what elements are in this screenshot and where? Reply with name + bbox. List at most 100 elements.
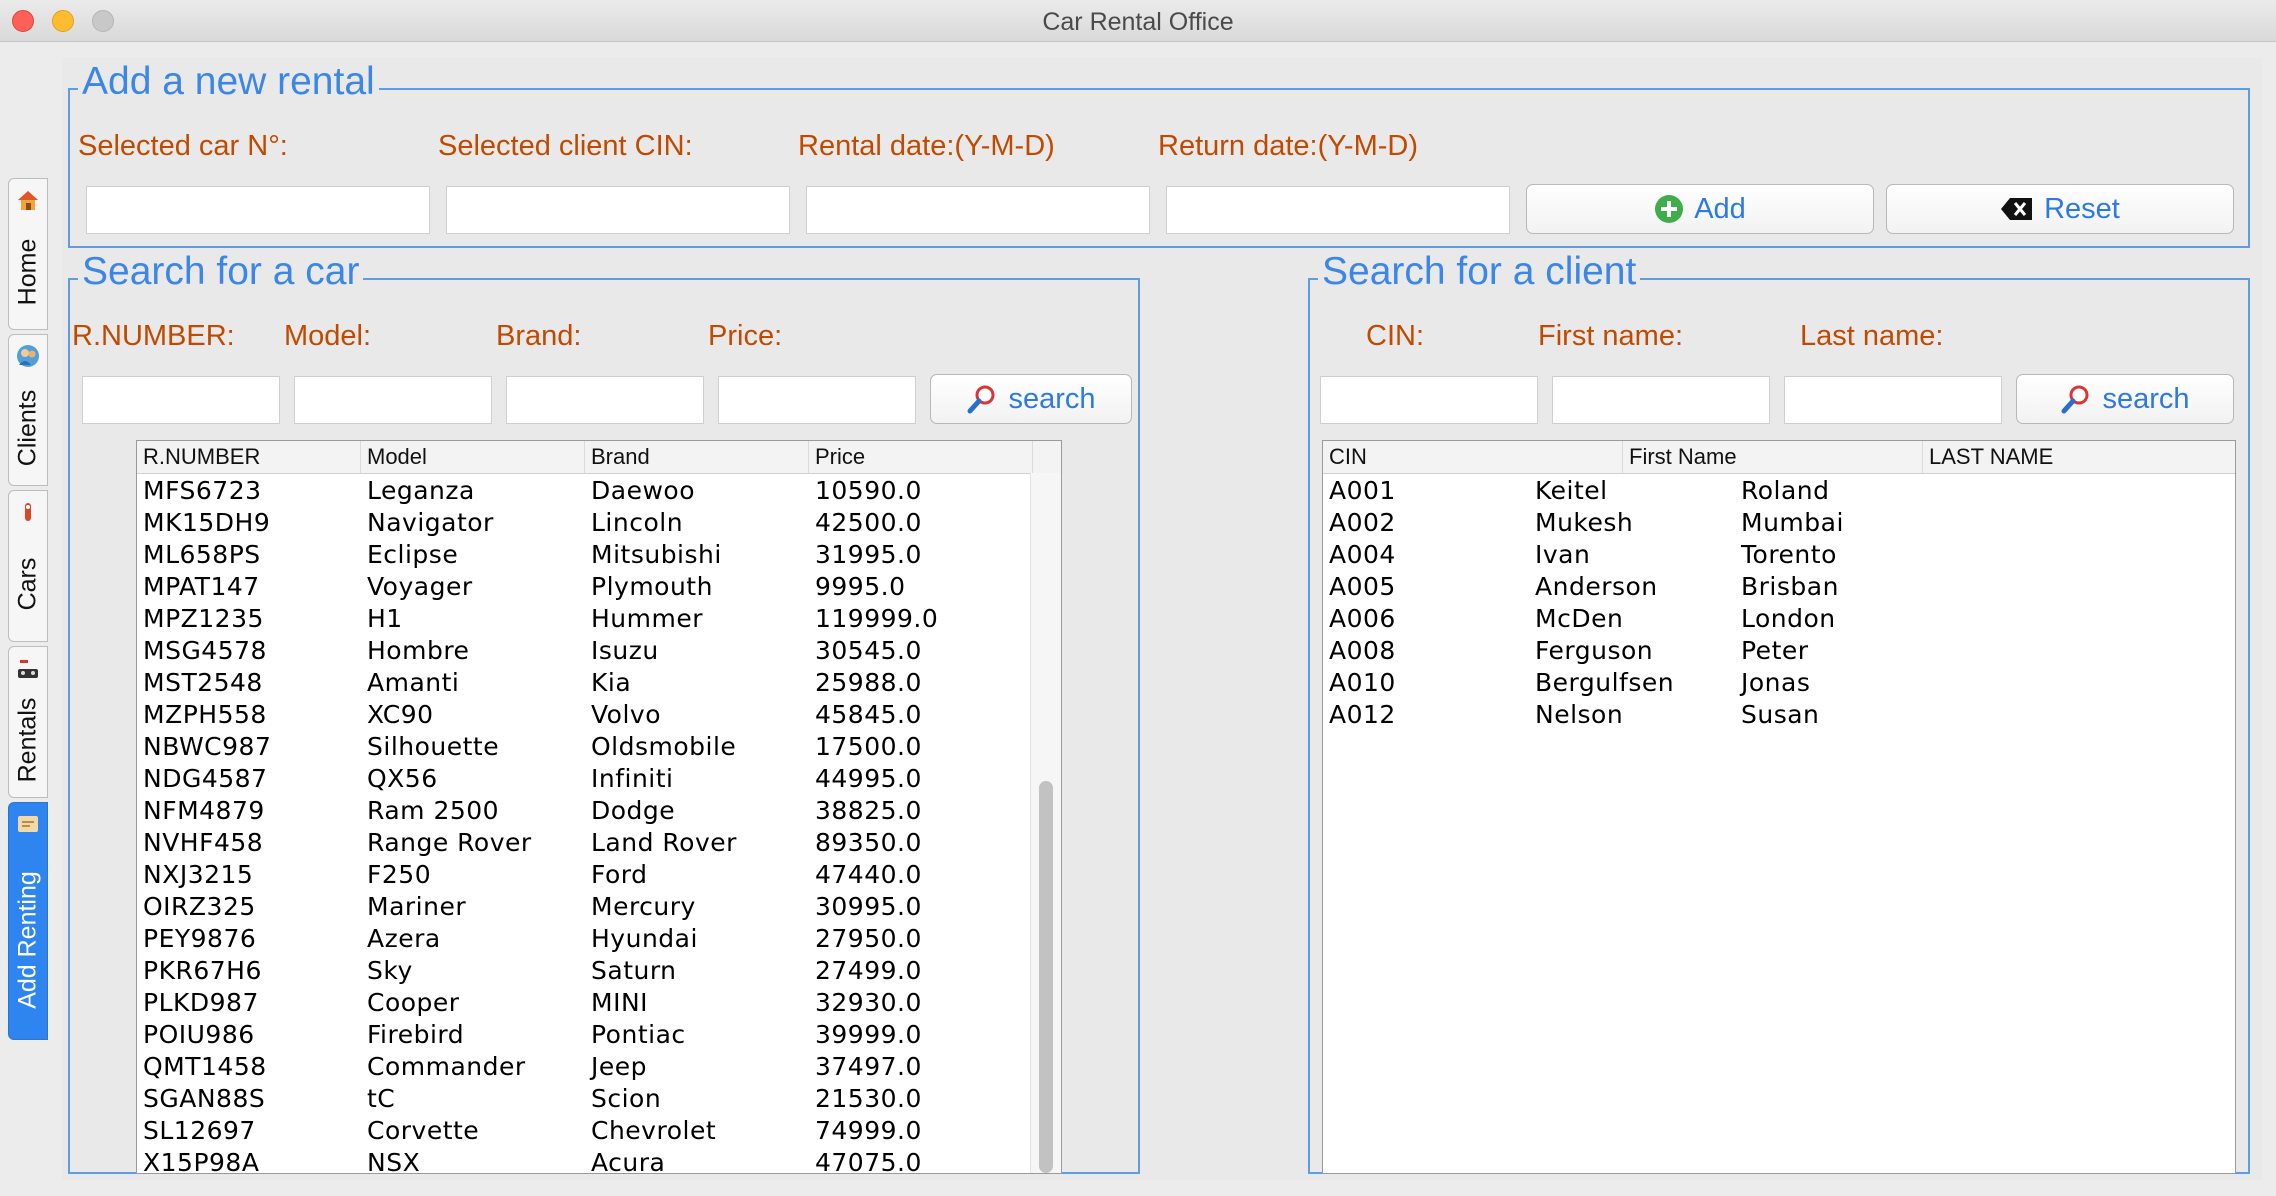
car-model-cell: Eclipse <box>367 540 459 569</box>
price-search-field[interactable] <box>718 376 916 424</box>
car-row[interactable]: QMT1458 Commander Jeep 37497.0 <box>137 1051 1031 1083</box>
car-price-cell: 47075.0 <box>815 1148 922 1173</box>
car-row[interactable]: MZPH558 XC90 Volvo 45845.0 <box>137 699 1031 731</box>
car-row[interactable]: PLKD987 Cooper MINI 32930.0 <box>137 987 1031 1019</box>
car-rnumber-cell: NDG4587 <box>143 764 268 793</box>
selected-car-label: Selected car N°: <box>78 130 288 162</box>
car-row[interactable]: ML658PS Eclipse Mitsubishi 31995.0 <box>137 539 1031 571</box>
car-brand-cell: Hyundai <box>591 924 698 953</box>
client-last-name-cell: Roland <box>1741 476 1830 505</box>
col-rnumber[interactable]: R.NUMBER <box>137 441 361 473</box>
return-date-field[interactable] <box>1166 186 1510 234</box>
car-brand-cell: Plymouth <box>591 572 713 601</box>
car-row[interactable]: MST2548 Amanti Kia 25988.0 <box>137 667 1031 699</box>
car-row[interactable]: SGAN88S tC Scion 21530.0 <box>137 1083 1031 1115</box>
car-brand-cell: Infiniti <box>591 764 674 793</box>
tab-home[interactable]: Home <box>8 178 48 330</box>
car-rnumber-cell: QMT1458 <box>143 1052 267 1081</box>
add-button[interactable]: Add <box>1526 184 1874 234</box>
car-rnumber-cell: NXJ3215 <box>143 860 254 889</box>
car-row[interactable]: MK15DH9 Navigator Lincoln 42500.0 <box>137 507 1031 539</box>
car-brand-cell: Kia <box>591 668 632 697</box>
tab-clients[interactable]: Clients <box>8 334 48 486</box>
client-row[interactable]: A010 Bergulfsen Jonas <box>1323 667 2235 699</box>
cars-table-scrollbar[interactable] <box>1030 473 1061 1173</box>
tab-rentals[interactable]: Rentals <box>8 646 48 798</box>
tab-cars[interactable]: Cars <box>8 490 48 642</box>
client-last-name-cell: Torento <box>1741 540 1837 569</box>
car-row[interactable]: PEY9876 Azera Hyundai 27950.0 <box>137 923 1031 955</box>
car-brand-cell: Jeep <box>591 1052 648 1081</box>
client-first-name-cell: Mukesh <box>1535 508 1634 537</box>
price-label: Price: <box>708 320 783 352</box>
client-first-name-cell: McDen <box>1535 604 1624 633</box>
reset-button[interactable]: Reset <box>1886 184 2234 234</box>
client-search-button[interactable]: search <box>2016 374 2234 424</box>
last-name-search-field[interactable] <box>1784 376 2002 424</box>
first-name-label: First name: <box>1538 320 1684 352</box>
car-search-button[interactable]: search <box>930 374 1132 424</box>
cin-search-field[interactable] <box>1320 376 1538 424</box>
car-row[interactable]: MSG4578 Hombre Isuzu 30545.0 <box>137 635 1031 667</box>
client-row[interactable]: A004 Ivan Torento <box>1323 539 2235 571</box>
car-row[interactable]: NXJ3215 F250 Ford 47440.0 <box>137 859 1031 891</box>
car-price-cell: 17500.0 <box>815 732 922 761</box>
col-price[interactable]: Price <box>809 441 1033 473</box>
car-price-cell: 27499.0 <box>815 956 922 985</box>
client-first-name-cell: Ferguson <box>1535 636 1654 665</box>
brand-label: Brand: <box>496 320 582 352</box>
car-price-cell: 44995.0 <box>815 764 922 793</box>
client-row[interactable]: A012 Nelson Susan <box>1323 699 2235 731</box>
car-row[interactable]: MPZ1235 H1 Hummer 119999.0 <box>137 603 1031 635</box>
car-row[interactable]: PKR67H6 Sky Saturn 27499.0 <box>137 955 1031 987</box>
rental-date-field[interactable] <box>806 186 1150 234</box>
rnumber-search-field[interactable] <box>82 376 280 424</box>
client-first-name-cell: Ivan <box>1535 540 1591 569</box>
car-row[interactable]: NFM4879 Ram 2500 Dodge 38825.0 <box>137 795 1031 827</box>
car-row[interactable]: MFS6723 Leganza Daewoo 10590.0 <box>137 475 1031 507</box>
car-brand-cell: Scion <box>591 1084 662 1113</box>
car-row[interactable]: SL12697 Corvette Chevrolet 74999.0 <box>137 1115 1031 1147</box>
col-first-name[interactable]: First Name <box>1623 441 1923 473</box>
selected-client-field[interactable] <box>446 186 790 234</box>
col-brand[interactable]: Brand <box>585 441 809 473</box>
client-cin-cell: A008 <box>1329 636 1396 665</box>
client-row[interactable]: A002 Mukesh Mumbai <box>1323 507 2235 539</box>
add-renting-icon <box>18 816 38 832</box>
car-price-cell: 38825.0 <box>815 796 922 825</box>
col-last-name[interactable]: LAST NAME <box>1923 441 2235 473</box>
car-rnumber-cell: SGAN88S <box>143 1084 266 1113</box>
car-row[interactable]: NVHF458 Range Rover Land Rover 89350.0 <box>137 827 1031 859</box>
clients-table: CIN First Name LAST NAME A001 Keitel Rolan… <box>1322 440 2236 1174</box>
tab-rentals-label: Rentals <box>13 697 42 783</box>
car-model-cell: XC90 <box>367 700 434 729</box>
car-brand-cell: Hummer <box>591 604 704 633</box>
car-model-cell: Range Rover <box>367 828 532 857</box>
cars-table-scroll-thumb[interactable] <box>1039 781 1053 1173</box>
car-search-section: Search for a car R.NUMBER: Model: Brand:… <box>68 252 1140 1174</box>
car-row[interactable]: X15P98A NSX Acura 47075.0 <box>137 1147 1031 1173</box>
car-row[interactable]: POIU986 Firebird Pontiac 39999.0 <box>137 1019 1031 1051</box>
first-name-search-field[interactable] <box>1552 376 1770 424</box>
client-row[interactable]: A008 Ferguson Peter <box>1323 635 2235 667</box>
model-search-field[interactable] <box>294 376 492 424</box>
tab-add-renting[interactable]: Add Renting <box>8 802 48 1040</box>
selected-car-field[interactable] <box>86 186 430 234</box>
car-row[interactable]: NDG4587 QX56 Infiniti 44995.0 <box>137 763 1031 795</box>
client-first-name-cell: Nelson <box>1535 700 1624 729</box>
car-row[interactable]: MPAT147 Voyager Plymouth 9995.0 <box>137 571 1031 603</box>
col-cin[interactable]: CIN <box>1323 441 1623 473</box>
client-row[interactable]: A001 Keitel Roland <box>1323 475 2235 507</box>
client-row[interactable]: A006 McDen London <box>1323 603 2235 635</box>
car-model-cell: Firebird <box>367 1020 465 1049</box>
cin-label: CIN: <box>1366 320 1424 352</box>
car-row[interactable]: NBWC987 Silhouette Oldsmobile 17500.0 <box>137 731 1031 763</box>
col-model[interactable]: Model <box>361 441 585 473</box>
client-row[interactable]: A005 Anderson Brisban <box>1323 571 2235 603</box>
client-first-name-cell: Anderson <box>1535 572 1658 601</box>
client-last-name-cell: Peter <box>1741 636 1809 665</box>
client-last-name-cell: London <box>1741 604 1836 633</box>
car-row[interactable]: OIRZ325 Mariner Mercury 30995.0 <box>137 891 1031 923</box>
brand-search-field[interactable] <box>506 376 704 424</box>
car-rnumber-cell: PLKD987 <box>143 988 259 1017</box>
